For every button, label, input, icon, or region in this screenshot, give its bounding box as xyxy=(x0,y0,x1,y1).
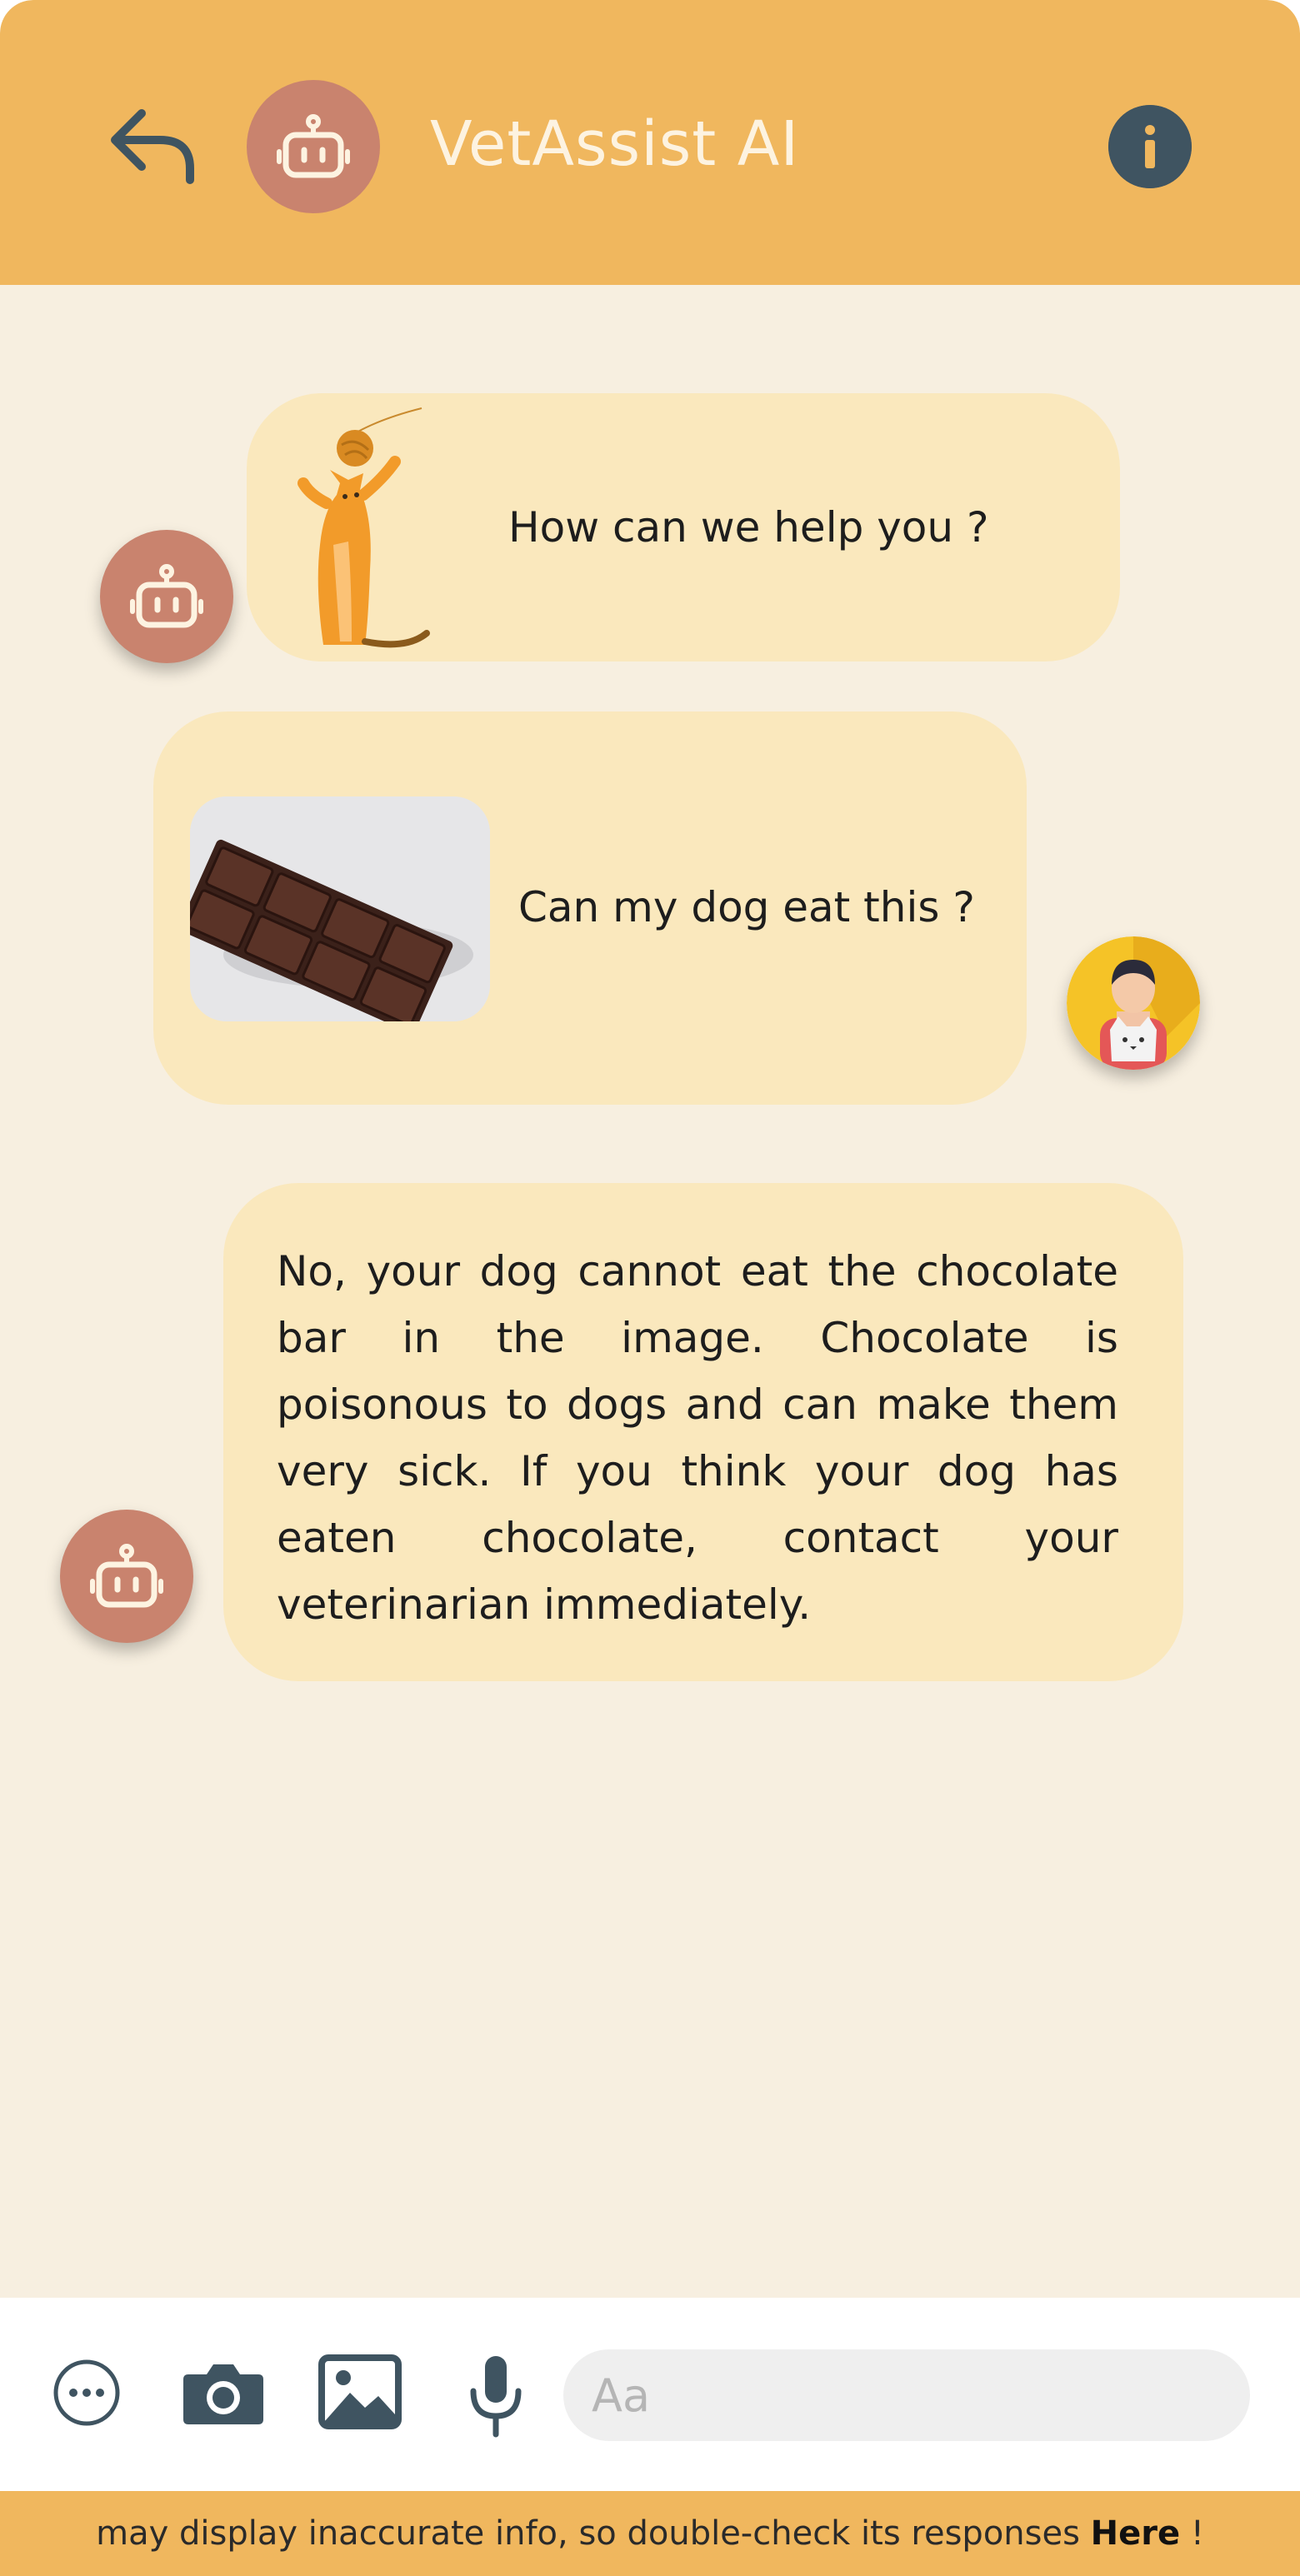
disclaimer-link[interactable]: Here xyxy=(1091,2514,1180,2553)
info-icon[interactable] xyxy=(1108,105,1192,188)
user-avatar xyxy=(1067,936,1200,1070)
robot-icon xyxy=(90,1544,163,1608)
disclaimer-suffix: ! xyxy=(1180,2514,1204,2553)
more-options-icon[interactable] xyxy=(52,2358,122,2428)
bot-avatar xyxy=(60,1510,193,1643)
back-arrow-icon[interactable] xyxy=(108,107,200,187)
bot-avatar xyxy=(247,80,380,213)
bot-avatar xyxy=(100,530,233,663)
bot-message-text: No, your dog cannot eat the chocolate ba… xyxy=(277,1247,1118,1629)
robot-icon xyxy=(277,114,350,178)
chat-header: VetAssist AI xyxy=(0,0,1300,285)
chocolate-bar-image[interactable] xyxy=(190,796,490,1021)
user-message-text: Can my dog eat this ? xyxy=(518,883,975,931)
disclaimer-footer: may display inaccurate info, so double-c… xyxy=(0,2491,1300,2576)
robot-icon xyxy=(130,564,203,628)
disclaimer-text: may display inaccurate info, so double-c… xyxy=(96,2514,1091,2553)
chat-app: VetAssist AI How can we help you ? Can m… xyxy=(0,0,1300,2576)
gallery-icon[interactable] xyxy=(318,2354,402,2429)
microphone-icon[interactable] xyxy=(468,2354,523,2438)
cat-playing-illustration xyxy=(298,407,430,648)
message-input[interactable] xyxy=(563,2349,1250,2441)
camera-icon[interactable] xyxy=(182,2359,265,2426)
chat-title: VetAssist AI xyxy=(430,108,800,180)
bot-message-text: How can we help you ? xyxy=(508,503,989,552)
